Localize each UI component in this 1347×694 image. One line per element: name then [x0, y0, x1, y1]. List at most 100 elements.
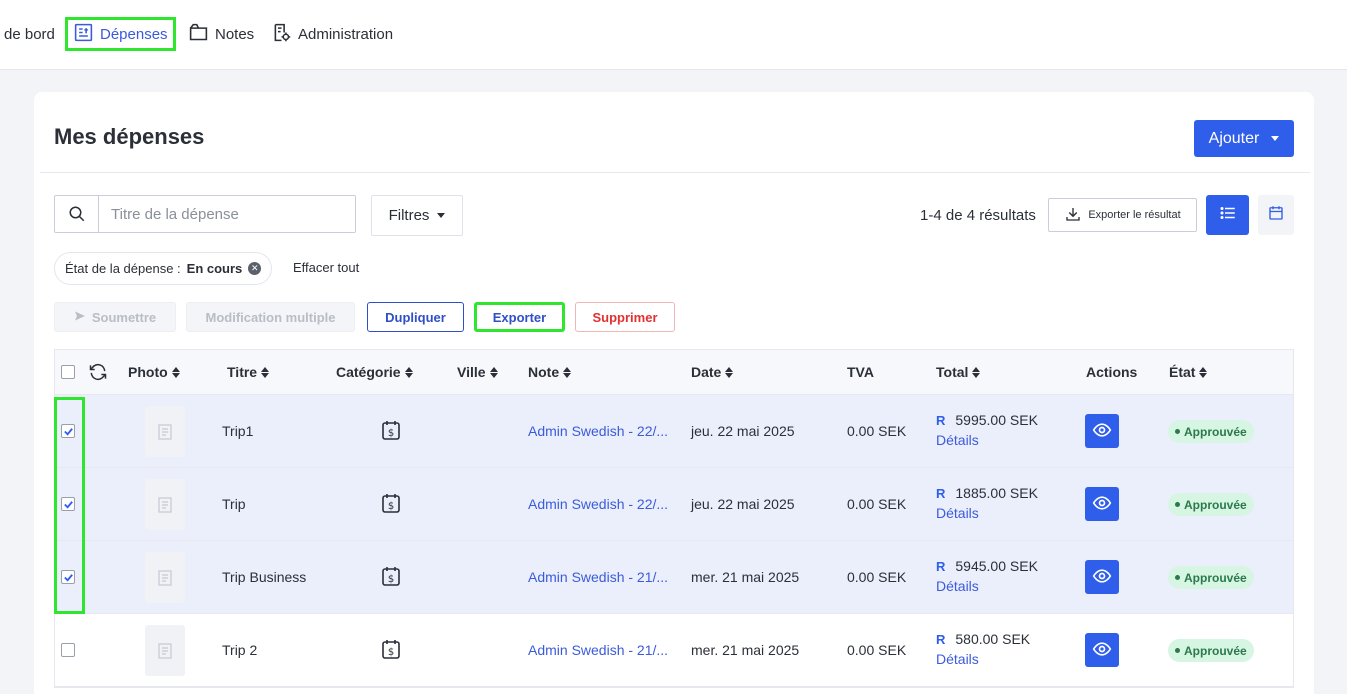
row-title: Trip Business: [222, 569, 307, 585]
column-header-label: Note: [528, 364, 560, 380]
table-row[interactable]: Trip1 $ Admin Swedish - 22/... jeu. 22 m…: [55, 395, 1293, 468]
row-date: jeu. 22 mai 2025: [691, 496, 795, 512]
column-header-note[interactable]: Note: [528, 364, 572, 380]
svg-text:$: $: [388, 647, 394, 658]
column-header-city[interactable]: Ville: [457, 364, 498, 380]
column-header-photo[interactable]: Photo: [128, 364, 180, 380]
nav-item-label: de bord: [4, 25, 55, 43]
reimbursable-marker: R: [936, 558, 946, 574]
view-button[interactable]: [1085, 414, 1119, 448]
nav-item-expenses[interactable]: Dépenses: [65, 17, 176, 51]
column-header-actions: Actions: [1086, 364, 1137, 380]
column-header-label: Ville: [457, 364, 486, 380]
category-icon: $: [381, 565, 401, 590]
status-badge: Approuvée: [1168, 420, 1254, 443]
row-date: jeu. 22 mai 2025: [691, 423, 795, 439]
column-header-vat: TVA: [847, 364, 874, 380]
search-input[interactable]: [99, 196, 349, 232]
add-button[interactable]: Ajouter: [1194, 120, 1294, 157]
row-title: Trip1: [222, 423, 254, 439]
sort-icon: [1199, 366, 1208, 378]
receipt-icon: [73, 22, 94, 47]
status-label: Approuvée: [1184, 497, 1247, 512]
duplicate-label: Dupliquer: [385, 309, 446, 325]
filters-dropdown[interactable]: Filtres: [371, 195, 463, 236]
export-result-label: Exporter le résultat: [1088, 209, 1181, 221]
row-date: mer. 21 mai 2025: [691, 569, 800, 585]
duplicate-button[interactable]: Dupliquer: [367, 302, 464, 332]
list-view-button[interactable]: [1206, 195, 1249, 235]
folder-icon: [188, 22, 209, 47]
details-link[interactable]: Détails: [936, 505, 1038, 521]
row-total: R 5945.00 SEK Détails: [936, 558, 1038, 594]
row-vat: 0.00 SEK: [847, 642, 907, 658]
delete-button[interactable]: Supprimer: [575, 302, 675, 332]
row-total-amount: 580.00 SEK: [955, 631, 1031, 647]
row-note-link[interactable]: Admin Swedish - 21/...: [528, 642, 668, 658]
row-vat: 0.00 SEK: [847, 496, 907, 512]
add-button-label: Ajouter: [1208, 129, 1260, 147]
eye-icon: [1092, 566, 1112, 589]
column-header-date[interactable]: Date: [691, 364, 734, 380]
receipt-thumbnail[interactable]: [145, 625, 185, 676]
nav-item-label: Dépenses: [100, 25, 168, 43]
receipt-thumbnail[interactable]: [145, 406, 185, 457]
row-total-amount: 1885.00 SEK: [955, 485, 1038, 501]
select-all-checkbox[interactable]: [61, 365, 75, 379]
row-total-amount: 5995.00 SEK: [955, 412, 1038, 428]
eye-icon: [1092, 420, 1112, 443]
status-badge: Approuvée: [1168, 639, 1254, 662]
receipt-thumbnail[interactable]: [145, 479, 185, 530]
status-badge: Approuvée: [1168, 566, 1254, 589]
status-badge: Approuvée: [1168, 493, 1254, 516]
calendar-icon: [1267, 204, 1285, 227]
nav-item-notes[interactable]: Notes: [188, 17, 254, 51]
submit-label: Soumettre: [91, 309, 157, 325]
list-icon: [1219, 204, 1237, 227]
details-link[interactable]: Détails: [936, 578, 1038, 594]
row-title: Trip 2: [222, 642, 258, 658]
details-link[interactable]: Détails: [936, 432, 1038, 448]
row-title: Trip: [222, 496, 246, 512]
filters-label: Filtres: [388, 207, 430, 224]
category-icon: $: [381, 492, 401, 517]
export-result-button[interactable]: Exporter le résultat: [1048, 198, 1197, 232]
receipt-thumbnail[interactable]: [145, 552, 185, 603]
caret-down-icon: [437, 213, 446, 218]
view-button[interactable]: [1085, 487, 1119, 521]
status-filter-chip: État de la dépense : En cours ✕: [54, 252, 273, 285]
view-button[interactable]: [1085, 633, 1119, 667]
table-row[interactable]: Trip 2 $ Admin Swedish - 21/... mer. 21 …: [55, 614, 1293, 687]
row-checkbox[interactable]: [61, 643, 75, 657]
remove-filter-icon[interactable]: ✕: [248, 262, 262, 275]
table-row[interactable]: Trip Business $ Admin Swedish - 21/... m…: [55, 541, 1293, 614]
clear-all-link[interactable]: Effacer tout: [293, 260, 359, 275]
delete-label: Supprimer: [592, 309, 658, 325]
details-link[interactable]: Détails: [936, 651, 1030, 667]
calendar-view-button[interactable]: [1258, 195, 1294, 235]
table-row[interactable]: Trip $ Admin Swedish - 22/... jeu. 22 ma…: [55, 468, 1293, 541]
nav-item-dashboard[interactable]: de bord: [4, 17, 55, 51]
submit-button[interactable]: Soumettre: [54, 302, 176, 332]
eye-icon: [1092, 639, 1112, 662]
column-header-label: TVA: [847, 364, 874, 380]
row-vat: 0.00 SEK: [847, 569, 907, 585]
divider: [40, 172, 1310, 173]
row-note-link[interactable]: Admin Swedish - 21/...: [528, 569, 668, 585]
sort-icon: [972, 366, 981, 378]
column-header-total[interactable]: Total: [936, 364, 981, 380]
nav-item-administration[interactable]: Administration: [271, 17, 393, 51]
column-header-category[interactable]: Catégorie: [336, 364, 413, 380]
search-icon[interactable]: [55, 196, 99, 232]
column-header-status[interactable]: État: [1169, 364, 1208, 380]
view-button[interactable]: [1085, 560, 1119, 594]
refresh-icon[interactable]: [88, 362, 108, 382]
row-note-link[interactable]: Admin Swedish - 22/...: [528, 496, 668, 512]
svg-text:$: $: [388, 501, 394, 512]
row-note-link[interactable]: Admin Swedish - 22/...: [528, 423, 668, 439]
bulk-edit-button[interactable]: Modification multiple: [186, 302, 355, 332]
column-header-title[interactable]: Titre: [227, 364, 270, 380]
column-header-label: Actions: [1086, 364, 1138, 380]
category-icon: $: [381, 638, 401, 663]
export-button[interactable]: Exporter: [474, 302, 565, 332]
